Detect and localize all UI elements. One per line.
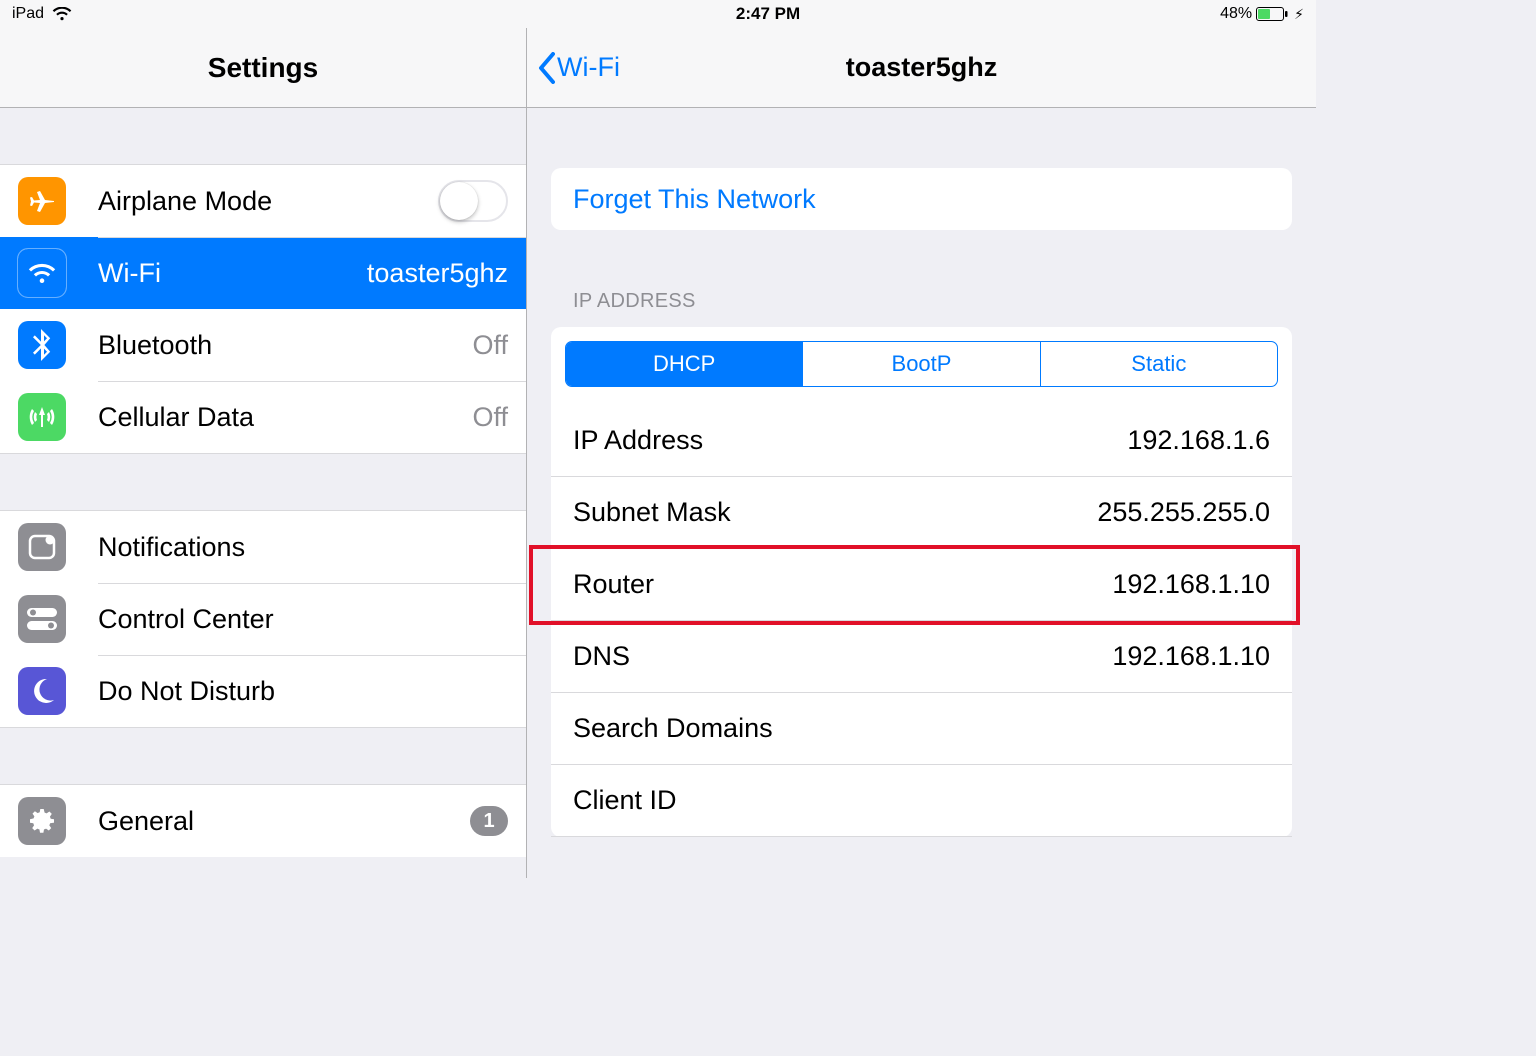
airplane-toggle[interactable] xyxy=(438,180,508,222)
sidebar-item-value: Off xyxy=(472,330,508,361)
settings-sidebar: Settings Airplane Mode xyxy=(0,28,527,878)
forget-network-button[interactable]: Forget This Network xyxy=(551,168,1292,230)
forget-network-card: Forget This Network xyxy=(551,168,1292,230)
sidebar-item-value: Off xyxy=(472,402,508,433)
sidebar-item-label: Cellular Data xyxy=(98,402,472,433)
wifi-icon xyxy=(52,7,72,21)
row-value: 192.168.1.10 xyxy=(1112,641,1292,672)
row-value: 192.168.1.6 xyxy=(1127,425,1292,456)
chevron-left-icon xyxy=(537,52,555,84)
sidebar-item-value: toaster5ghz xyxy=(367,258,508,289)
sidebar-title: Settings xyxy=(208,52,318,84)
detail-pane: Wi-Fi toaster5ghz Forget This Network IP… xyxy=(527,28,1316,878)
detail-title: toaster5ghz xyxy=(527,52,1316,83)
sidebar-item-airplane[interactable]: Airplane Mode xyxy=(0,165,526,237)
row-client-id[interactable]: Client ID xyxy=(551,765,1292,837)
wifi-icon xyxy=(18,249,66,297)
sidebar-item-label: Do Not Disturb xyxy=(98,676,508,707)
sidebar-item-general[interactable]: General 1 xyxy=(0,785,526,857)
ip-card: DHCP BootP Static IP Address 192.168.1.6… xyxy=(551,327,1292,837)
ip-rows: IP Address 192.168.1.6 Subnet Mask 255.2… xyxy=(551,405,1292,837)
sidebar-item-label: Control Center xyxy=(98,604,508,635)
charging-icon: ⚡︎ xyxy=(1294,6,1304,23)
section-label-ip: IP ADDRESS xyxy=(573,290,1292,313)
battery-icon xyxy=(1256,7,1290,21)
airplane-icon xyxy=(18,177,66,225)
row-label: DNS xyxy=(551,641,630,672)
row-value: 192.168.1.10 xyxy=(1112,569,1292,600)
seg-static[interactable]: Static xyxy=(1040,342,1277,386)
detail-header: Wi-Fi toaster5ghz xyxy=(527,28,1316,108)
sidebar-group-general: General 1 xyxy=(0,784,526,857)
row-label: Subnet Mask xyxy=(551,497,731,528)
sidebar-item-wifi[interactable]: Wi-Fi toaster5ghz xyxy=(0,237,526,309)
seg-bootp[interactable]: BootP xyxy=(802,342,1039,386)
sidebar-item-label: General xyxy=(98,806,470,837)
row-label: Client ID xyxy=(551,785,677,816)
sidebar-item-label: Notifications xyxy=(98,532,508,563)
row-label: Router xyxy=(551,569,654,600)
ip-mode-seg: DHCP BootP Static xyxy=(565,341,1278,387)
sidebar-item-label: Bluetooth xyxy=(98,330,472,361)
back-button[interactable]: Wi-Fi xyxy=(527,52,620,84)
cellular-icon xyxy=(18,393,66,441)
forget-network-label: Forget This Network xyxy=(573,184,816,215)
seg-dhcp[interactable]: DHCP xyxy=(566,342,802,386)
row-subnet-mask[interactable]: Subnet Mask 255.255.255.0 xyxy=(551,477,1292,549)
row-label: IP Address xyxy=(551,425,703,456)
device-label: iPad xyxy=(12,5,44,23)
sidebar-item-controlcenter[interactable]: Control Center xyxy=(0,583,526,655)
row-ip-address[interactable]: IP Address 192.168.1.6 xyxy=(551,405,1292,477)
clock: 2:47 PM xyxy=(0,4,1536,24)
controlcenter-icon xyxy=(18,595,66,643)
notifications-icon xyxy=(18,523,66,571)
sidebar-item-cellular[interactable]: Cellular Data Off xyxy=(0,381,526,453)
row-router[interactable]: Router 192.168.1.10 xyxy=(551,549,1292,621)
sidebar-item-label: Airplane Mode xyxy=(98,186,438,217)
back-label: Wi-Fi xyxy=(557,52,620,83)
sidebar-item-label: Wi-Fi xyxy=(98,258,367,289)
sidebar-group-system: Notifications Control Center Do Not Dist… xyxy=(0,510,526,728)
row-label: Search Domains xyxy=(551,713,773,744)
moon-icon xyxy=(18,667,66,715)
sidebar-group-connectivity: Airplane Mode Wi-Fi toaster5ghz xyxy=(0,164,526,454)
row-value: 255.255.255.0 xyxy=(1097,497,1292,528)
sidebar-item-bluetooth[interactable]: Bluetooth Off xyxy=(0,309,526,381)
row-dns[interactable]: DNS 192.168.1.10 xyxy=(551,621,1292,693)
sidebar-item-dnd[interactable]: Do Not Disturb xyxy=(0,655,526,727)
status-bar: iPad 2:47 PM 48% ⚡︎ xyxy=(0,0,1316,28)
bluetooth-icon xyxy=(18,321,66,369)
badge: 1 xyxy=(470,806,508,836)
sidebar-item-notifications[interactable]: Notifications xyxy=(0,511,526,583)
battery-percent: 48% xyxy=(1220,5,1252,23)
sidebar-header: Settings xyxy=(0,28,526,108)
row-search-domains[interactable]: Search Domains xyxy=(551,693,1292,765)
gear-icon xyxy=(18,797,66,845)
